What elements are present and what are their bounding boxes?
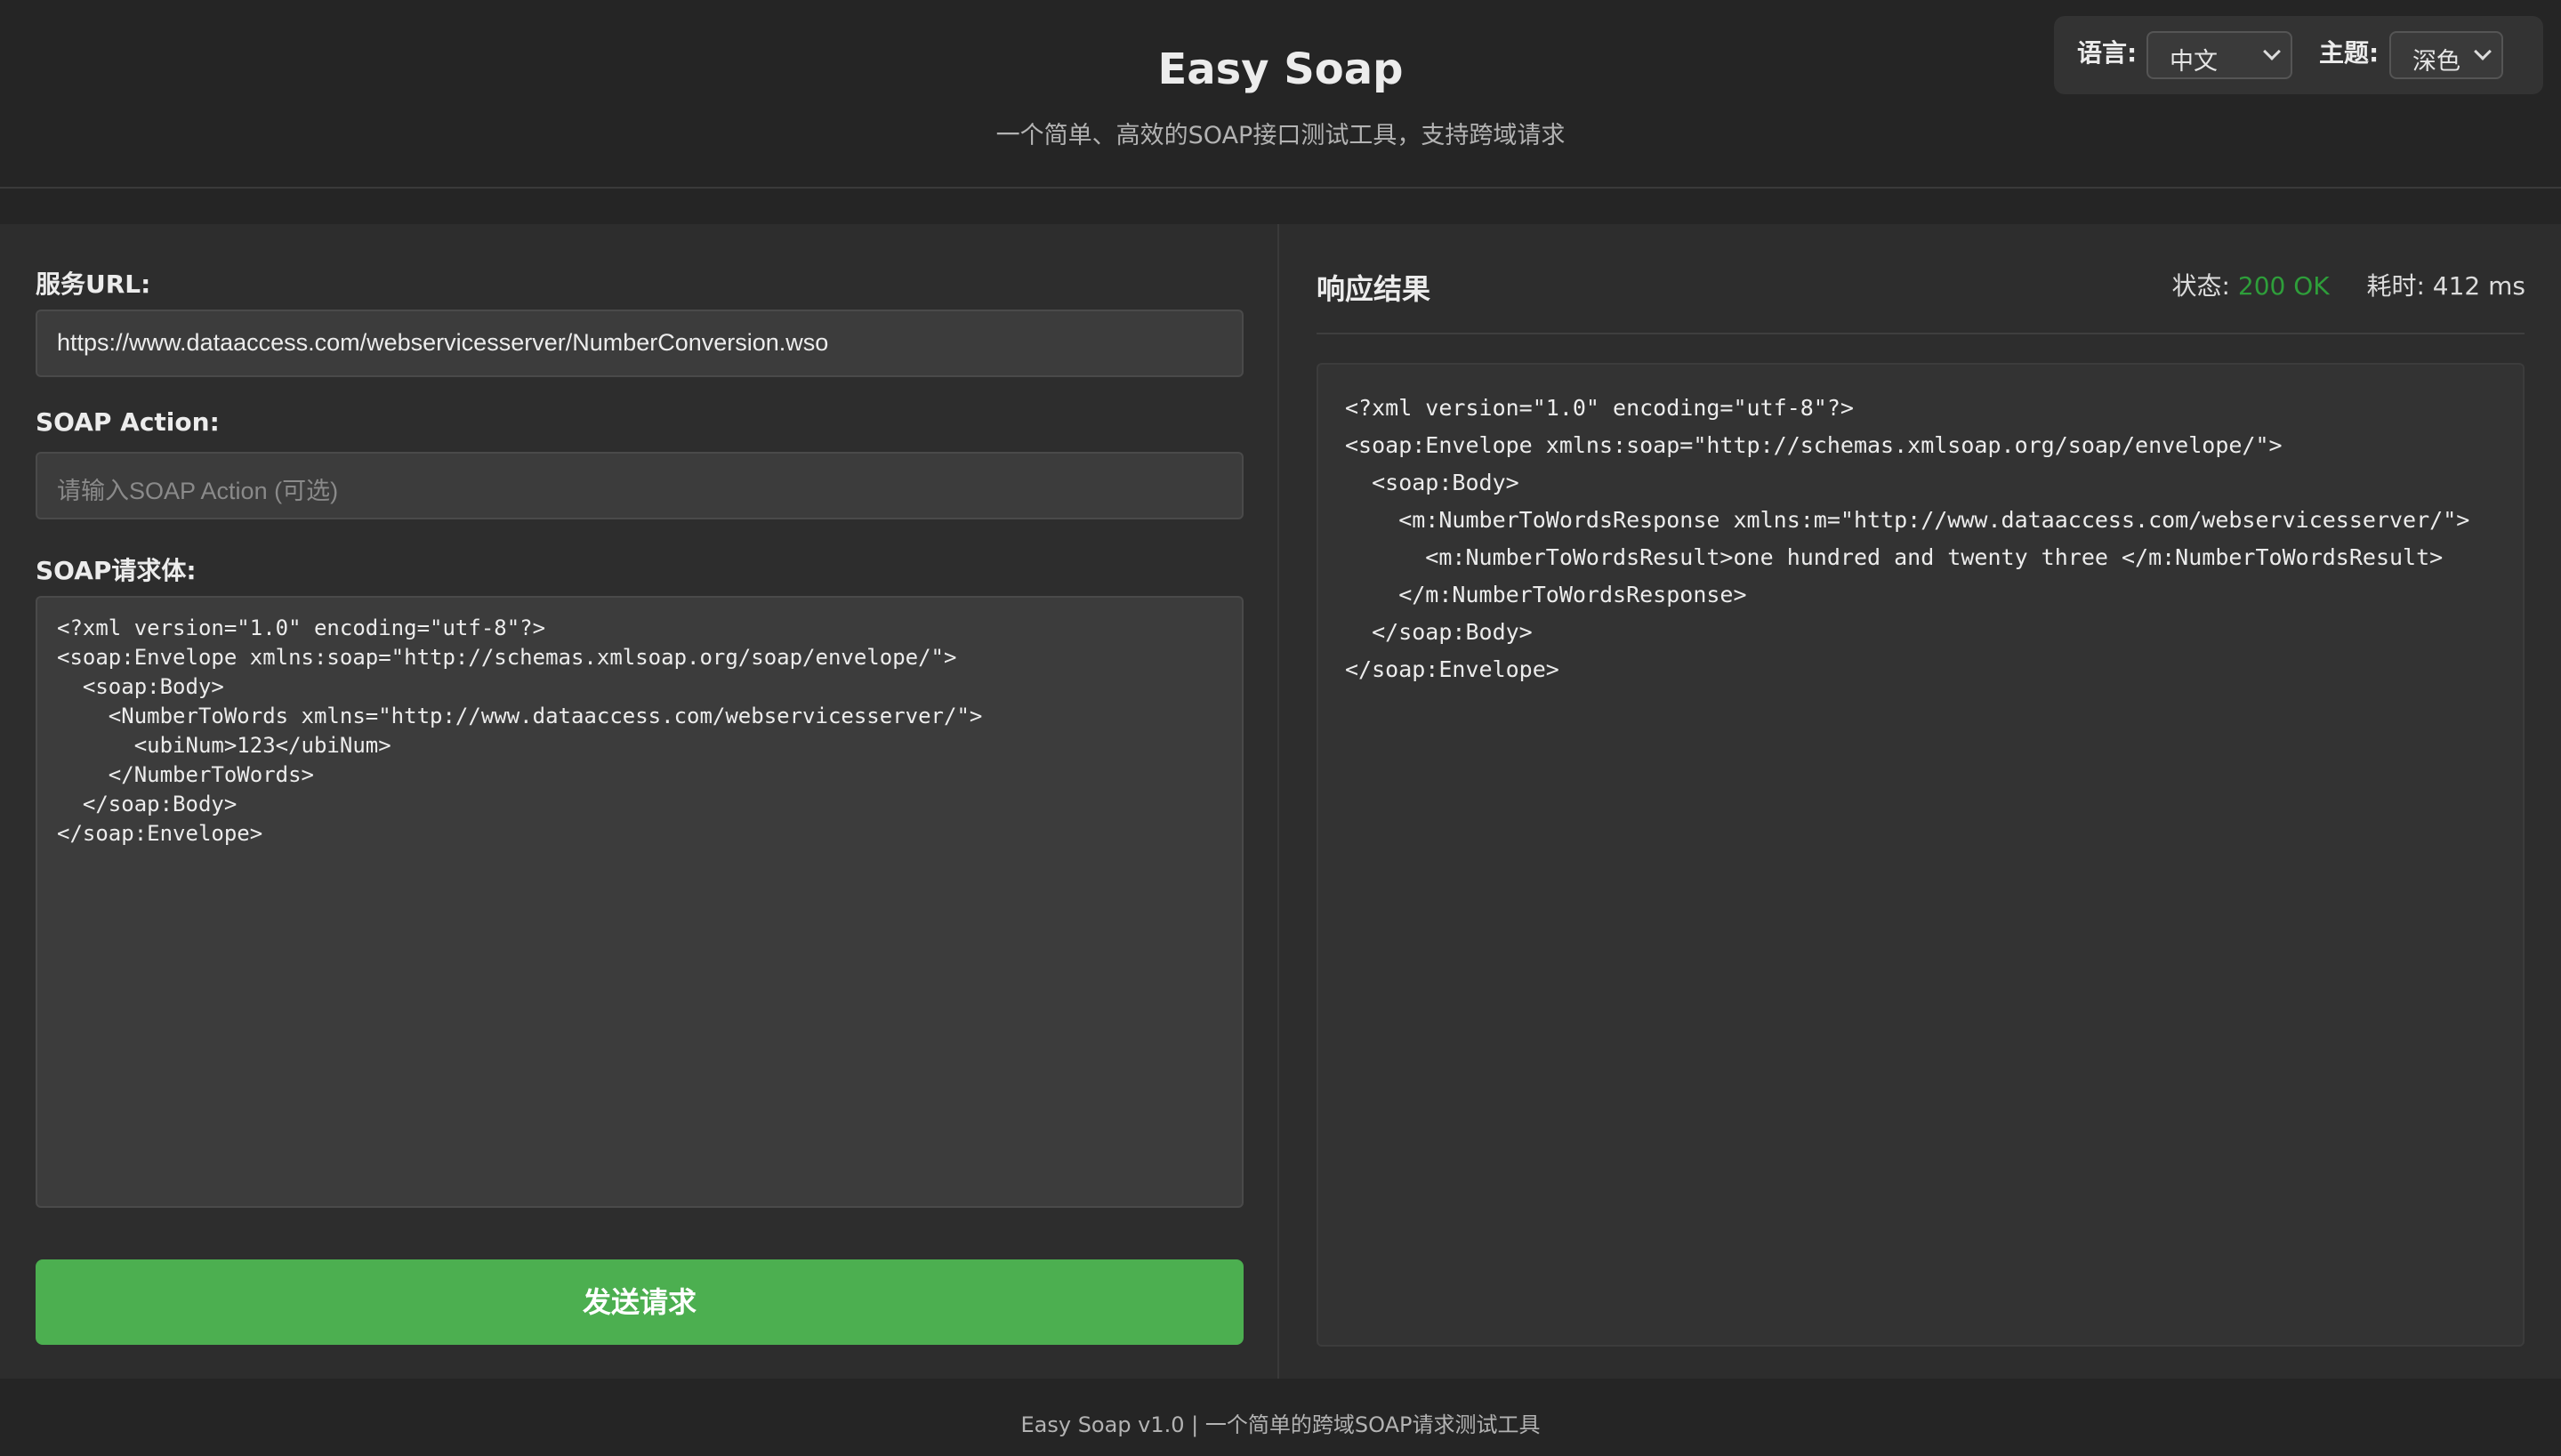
- url-label: 服务URL:: [36, 269, 151, 299]
- soap-action-label: SOAP Action:: [36, 407, 220, 437]
- settings-panel: 语言: 中文 主题: 深色: [2054, 16, 2543, 94]
- response-meta: 状态: 200 OK 耗时: 412 ms: [2172, 267, 2525, 302]
- header: Easy Soap 一个简单、高效的SOAP接口测试工具，支持跨域请求 语言: …: [0, 0, 2561, 189]
- request-panel: 服务URL: https://www.dataaccess.com/webser…: [0, 224, 1277, 1379]
- status-badge: 200 OK: [2237, 271, 2330, 301]
- soap-body-textarea[interactable]: <?xml version="1.0" encoding="utf-8"?> <…: [36, 596, 1244, 1208]
- soap-body-label: SOAP请求体:: [36, 556, 197, 585]
- chevron-down-icon: [2263, 43, 2281, 60]
- language-label: 语言:: [2077, 38, 2138, 68]
- main-content: 服务URL: https://www.dataaccess.com/webser…: [0, 224, 2561, 1379]
- chevron-down-icon: [2474, 43, 2492, 60]
- status-label: 状态:: [2171, 271, 2230, 301]
- elapsed-value: 412 ms: [2432, 271, 2525, 301]
- app-subtitle: 一个简单、高效的SOAP接口测试工具，支持跨域请求: [995, 122, 1566, 149]
- response-divider: [1317, 333, 2525, 334]
- url-input[interactable]: https://www.dataaccess.com/webservicesse…: [36, 310, 1244, 377]
- elapsed-label: 耗时:: [2366, 271, 2425, 301]
- response-title: 响应结果: [1317, 272, 1431, 306]
- response-body[interactable]: <?xml version="1.0" encoding="utf-8"?> <…: [1317, 363, 2525, 1347]
- language-select-value: 中文: [2170, 48, 2218, 76]
- send-request-button[interactable]: 发送请求: [36, 1259, 1244, 1345]
- app-root: Easy Soap 一个简单、高效的SOAP接口测试工具，支持跨域请求 语言: …: [0, 0, 2561, 1456]
- footer: Easy Soap v1.0 | 一个简单的跨域SOAP请求测试工具: [0, 1379, 2561, 1456]
- theme-select[interactable]: 深色: [2389, 31, 2503, 79]
- soap-action-input[interactable]: 请输入SOAP Action (可选): [36, 452, 1244, 519]
- theme-label: 主题:: [2319, 38, 2380, 68]
- language-select[interactable]: 中文: [2146, 31, 2292, 79]
- theme-select-value: 深色: [2412, 48, 2460, 76]
- response-panel: 响应结果 状态: 200 OK 耗时: 412 ms <?xml version…: [1279, 224, 2561, 1379]
